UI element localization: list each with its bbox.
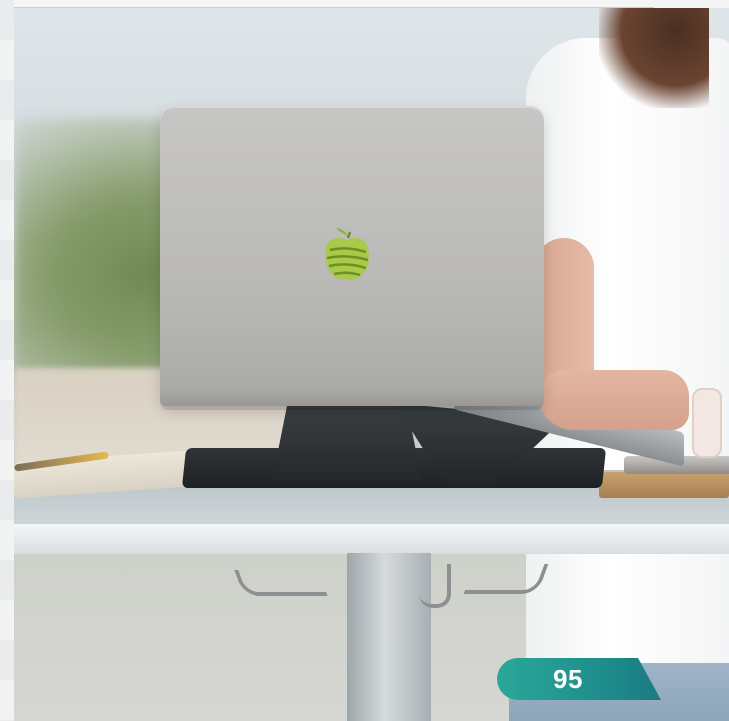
table-edge [14, 524, 729, 554]
laptop-lid-shadow [160, 388, 544, 410]
page-number-badge: 95 [497, 658, 661, 700]
wooden-block [599, 472, 729, 498]
apple-logo-icon [324, 228, 369, 280]
table-hook-left [234, 570, 328, 596]
laptop-stand-leg [272, 406, 422, 481]
person-hand [539, 370, 689, 430]
photo [14, 8, 729, 721]
person-hair [599, 8, 709, 108]
page-margin-strip [0, 0, 14, 721]
smartwatch [692, 388, 722, 458]
table-hook-center [419, 564, 451, 608]
page-number: 95 [553, 663, 583, 694]
